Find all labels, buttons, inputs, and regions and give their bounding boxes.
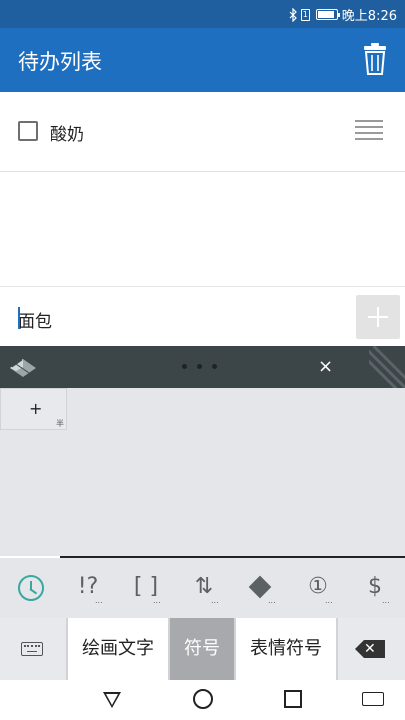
category-label: ① <box>308 574 328 599</box>
symbols-button[interactable]: 符号 <box>170 618 236 680</box>
category-brackets[interactable]: [ ] ... <box>122 558 170 618</box>
switch-keyboard-button[interactable] <box>0 618 68 680</box>
screen: 1 晚上8:26 待办列表 酸奶 面包 × + 半 !? ... [] ...… <box>0 0 405 720</box>
close-icon[interactable]: × <box>318 356 333 377</box>
diamond-icon <box>248 575 272 599</box>
status-time: 晚上8:26 <box>341 9 397 24</box>
battery-icon <box>315 9 340 20</box>
symbol-key-label: + <box>29 399 43 418</box>
category-label: !? <box>77 574 99 599</box>
trash-icon[interactable] <box>363 42 387 76</box>
list-empty-area <box>0 172 405 287</box>
category-shapes[interactable]: ... <box>237 558 285 618</box>
category-punctuation[interactable]: !? ... <box>64 558 112 618</box>
navigation-bar <box>0 680 405 720</box>
bluetooth-icon <box>289 7 297 22</box>
add-button[interactable] <box>356 295 400 339</box>
symbol-panel: + 半 <box>0 388 405 556</box>
more-dots: ... <box>268 596 276 605</box>
new-item-input[interactable] <box>18 306 338 332</box>
app-bar: 待办列表 <box>0 28 405 92</box>
symbol-key[interactable]: + 半 <box>0 388 67 430</box>
more-dots: ... <box>153 596 161 605</box>
status-bar: 1 晚上8:26 <box>0 0 405 28</box>
more-dots: ... <box>325 596 333 605</box>
drag-handle-icon[interactable] <box>355 120 383 144</box>
category-label: $ <box>368 574 382 599</box>
draw-text-button[interactable]: 绘画文字 <box>68 618 170 680</box>
new-item-row <box>0 288 405 346</box>
item-label: 酸奶 <box>50 125 84 145</box>
category-label: [ ] <box>133 574 159 599</box>
keyboard-decoration <box>369 346 405 388</box>
page-title: 待办列表 <box>18 50 102 74</box>
more-dots: ... <box>211 596 219 605</box>
symbol-key-sublabel: 半 <box>56 419 64 428</box>
keyboard-icon <box>21 642 43 656</box>
keyboard-toolbar: × <box>0 346 405 388</box>
status-icons: 1 晚上8:26 <box>289 5 397 24</box>
back-icon[interactable] <box>103 692 121 708</box>
symbol-category-bar: !? ... [ ] ... ⇅ ... ... ① ... $ ... <box>0 558 405 618</box>
keyboard-bottom-row: 绘画文字 符号 表情符号 ✕ <box>0 618 405 680</box>
backspace-x: ✕ <box>364 641 376 657</box>
more-dots: ... <box>95 596 103 605</box>
clock-icon <box>18 575 44 601</box>
keyboard-toggle-icon[interactable] <box>362 692 384 706</box>
keyboard-logo-icon[interactable] <box>8 356 38 378</box>
sim-icon: 1 <box>300 8 310 21</box>
emoticons-button[interactable]: 表情符号 <box>236 618 338 680</box>
item-checkbox[interactable] <box>18 121 38 141</box>
category-label: ⇅ <box>194 574 214 599</box>
recent-apps-icon[interactable] <box>284 690 302 708</box>
more-dots: ... <box>382 596 390 605</box>
category-numbers[interactable]: ① ... <box>294 558 342 618</box>
keyboard-more-menu[interactable] <box>182 364 217 369</box>
list-item[interactable]: 酸奶 <box>0 92 405 172</box>
home-icon[interactable] <box>193 689 213 709</box>
category-arrows[interactable]: ⇅ ... <box>180 558 228 618</box>
text-caret <box>18 307 20 329</box>
category-recent[interactable] <box>6 558 54 618</box>
category-currency[interactable]: $ ... <box>351 558 399 618</box>
